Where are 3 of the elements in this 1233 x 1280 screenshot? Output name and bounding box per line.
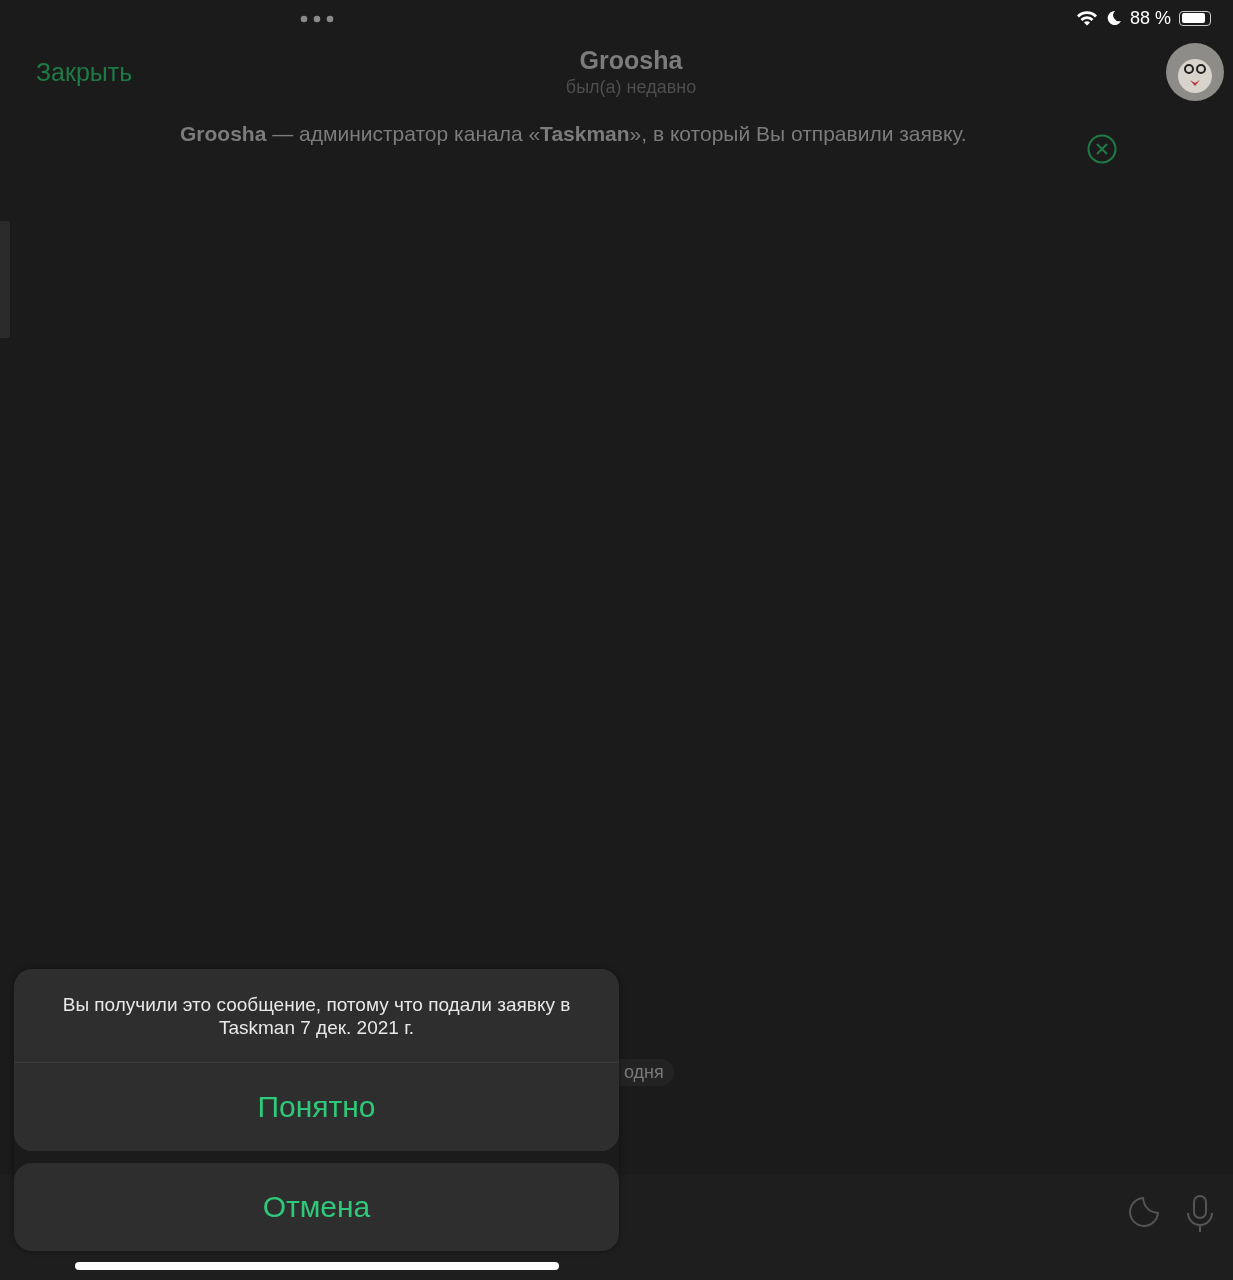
chat-title: Groosha bbox=[578, 46, 684, 75]
battery-percent: 88 % bbox=[1129, 7, 1171, 29]
admin-notice: Groosha — администратор канала «Taskman», в который Вы отправили заявку. bbox=[180, 122, 967, 146]
